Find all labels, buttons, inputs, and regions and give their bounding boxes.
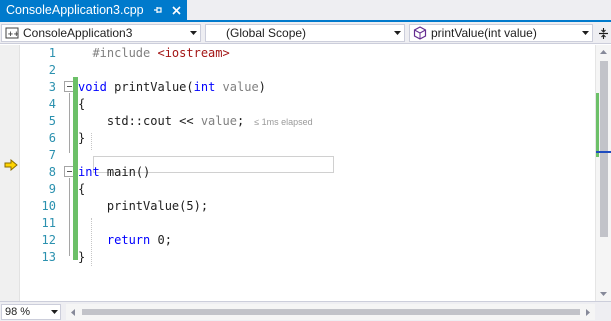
scope-dropdown[interactable]: (Global Scope) xyxy=(205,24,405,42)
code-line: return 0; xyxy=(106,233,172,247)
code-line: { xyxy=(78,97,86,111)
line-number: 1 xyxy=(48,46,56,60)
instruction-pointer-arrow-icon xyxy=(4,158,18,172)
code-line: printValue(5); xyxy=(106,199,209,213)
close-icon[interactable] xyxy=(169,3,183,17)
line-number: 6 xyxy=(48,131,56,145)
pin-icon[interactable] xyxy=(151,3,165,17)
code-line-current: std::cout << value; ≤ 1ms elapsed xyxy=(106,114,313,128)
project-dropdown[interactable]: ++ ConsoleApplication3 xyxy=(1,24,201,42)
line-number: 8 xyxy=(48,165,56,179)
scroll-left-icon[interactable] xyxy=(66,304,80,320)
project-name: ConsoleApplication3 xyxy=(23,26,133,40)
line-number: 9 xyxy=(48,182,56,196)
line-number: 4 xyxy=(48,97,56,111)
chevron-down-icon xyxy=(578,25,592,41)
split-window-icon[interactable] xyxy=(596,25,610,41)
code-line: } xyxy=(78,250,86,264)
line-number: 13 xyxy=(41,250,56,264)
editor-bottom-bar: 98 % xyxy=(0,301,611,321)
zoom-level: 98 % xyxy=(5,306,31,318)
scope-name: (Global Scope) xyxy=(226,26,307,40)
code-line: #include <iostream> xyxy=(92,46,230,60)
navigation-bar: ++ ConsoleApplication3 (Global Scope) pr… xyxy=(0,22,611,44)
horizontal-scrollbar[interactable] xyxy=(66,304,595,320)
vertical-scrollbar[interactable] xyxy=(595,45,611,301)
code-text[interactable]: #include <iostream> void printValue(int … xyxy=(78,45,595,266)
line-number: 7 xyxy=(48,148,56,162)
line-number: 10 xyxy=(41,199,56,213)
svg-text:++: ++ xyxy=(8,30,20,38)
line-number: 5 xyxy=(48,114,56,128)
code-line: { xyxy=(78,182,86,196)
line-number: 12 xyxy=(41,233,56,247)
member-dropdown[interactable]: printValue(int value) xyxy=(409,24,593,42)
horizontal-scrollbar-thumb[interactable] xyxy=(82,309,580,315)
member-name: printValue(int value) xyxy=(431,26,537,40)
scroll-down-icon[interactable] xyxy=(596,287,611,301)
scrollbar-thumb[interactable] xyxy=(600,61,608,237)
code-line: } xyxy=(78,131,86,145)
outline-line xyxy=(69,93,70,153)
scroll-right-icon[interactable] xyxy=(581,304,595,320)
change-marker xyxy=(596,93,599,157)
zoom-dropdown[interactable]: 98 % xyxy=(1,304,61,320)
document-tab-strip: ConsoleApplication3.cpp xyxy=(0,0,611,22)
scroll-up-icon[interactable] xyxy=(596,45,611,59)
line-number: 3 xyxy=(48,80,56,94)
chevron-down-icon xyxy=(48,310,60,314)
line-numbers: 1 2 3 4 5 6 7 8 9 10 11 12 13 xyxy=(20,45,56,266)
code-line: void printValue(int value) xyxy=(78,80,266,94)
line-number: 2 xyxy=(48,63,56,77)
outline-line xyxy=(69,178,70,256)
function-icon xyxy=(412,25,428,41)
chevron-down-icon xyxy=(390,25,404,41)
caret-position-marker xyxy=(596,151,611,153)
line-number: 11 xyxy=(41,216,56,230)
glyph-margin[interactable] xyxy=(0,45,20,301)
tab-title: ConsoleApplication3.cpp xyxy=(6,3,144,17)
document-tab[interactable]: ConsoleApplication3.cpp xyxy=(0,0,187,20)
code-editor[interactable]: 1 2 3 4 5 6 7 8 9 10 11 12 13 #include <… xyxy=(0,45,595,301)
cpp-project-icon: ++ xyxy=(4,25,20,41)
perftip[interactable]: ≤ 1ms elapsed xyxy=(254,117,312,127)
code-line: int main() xyxy=(78,165,151,179)
chevron-down-icon xyxy=(186,25,200,41)
